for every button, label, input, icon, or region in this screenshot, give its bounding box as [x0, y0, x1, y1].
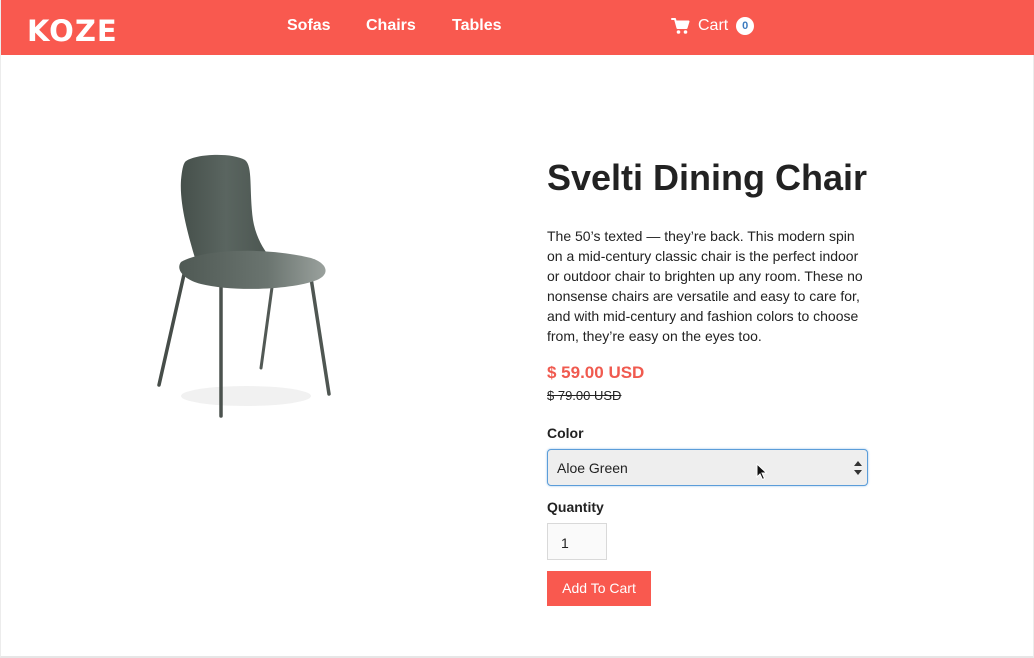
mouse-pointer-icon — [756, 463, 768, 481]
page: KOZE Sofas Chairs Tables Cart 0 Svelti D… — [0, 0, 1034, 658]
product-price: $ 59.00 USD — [547, 363, 645, 382]
color-select[interactable]: Aloe Green — [547, 449, 868, 486]
product-title: Svelti Dining Chair — [547, 157, 868, 198]
cart-label: Cart — [698, 17, 729, 34]
product-details: Svelti Dining Chair The 50’s texted — th… — [547, 156, 877, 606]
nav-item-tables[interactable]: Tables — [452, 16, 502, 36]
nav-item-chairs[interactable]: Chairs — [366, 16, 416, 36]
quantity-input[interactable]: 1 — [547, 523, 607, 560]
select-arrows-icon — [854, 461, 862, 475]
cart-count-badge: 0 — [736, 17, 755, 35]
logo[interactable]: KOZE — [27, 13, 118, 49]
color-label: Color — [547, 425, 584, 441]
product-description: The 50’s texted — they’re back. This mod… — [547, 228, 863, 344]
color-select-value: Aloe Green — [557, 460, 628, 476]
compare-at-price: $ 79.00 USD — [547, 388, 622, 403]
site-header: KOZE Sofas Chairs Tables Cart 0 — [1, 0, 1034, 55]
cart-link[interactable]: Cart 0 — [671, 15, 755, 37]
add-to-cart-button[interactable]: Add To Cart — [547, 571, 651, 606]
shopping-cart-icon — [671, 18, 690, 34]
chair-image — [157, 154, 331, 418]
quantity-value: 1 — [561, 535, 569, 551]
nav-item-sofas[interactable]: Sofas — [287, 16, 331, 36]
quantity-label: Quantity — [547, 499, 604, 515]
